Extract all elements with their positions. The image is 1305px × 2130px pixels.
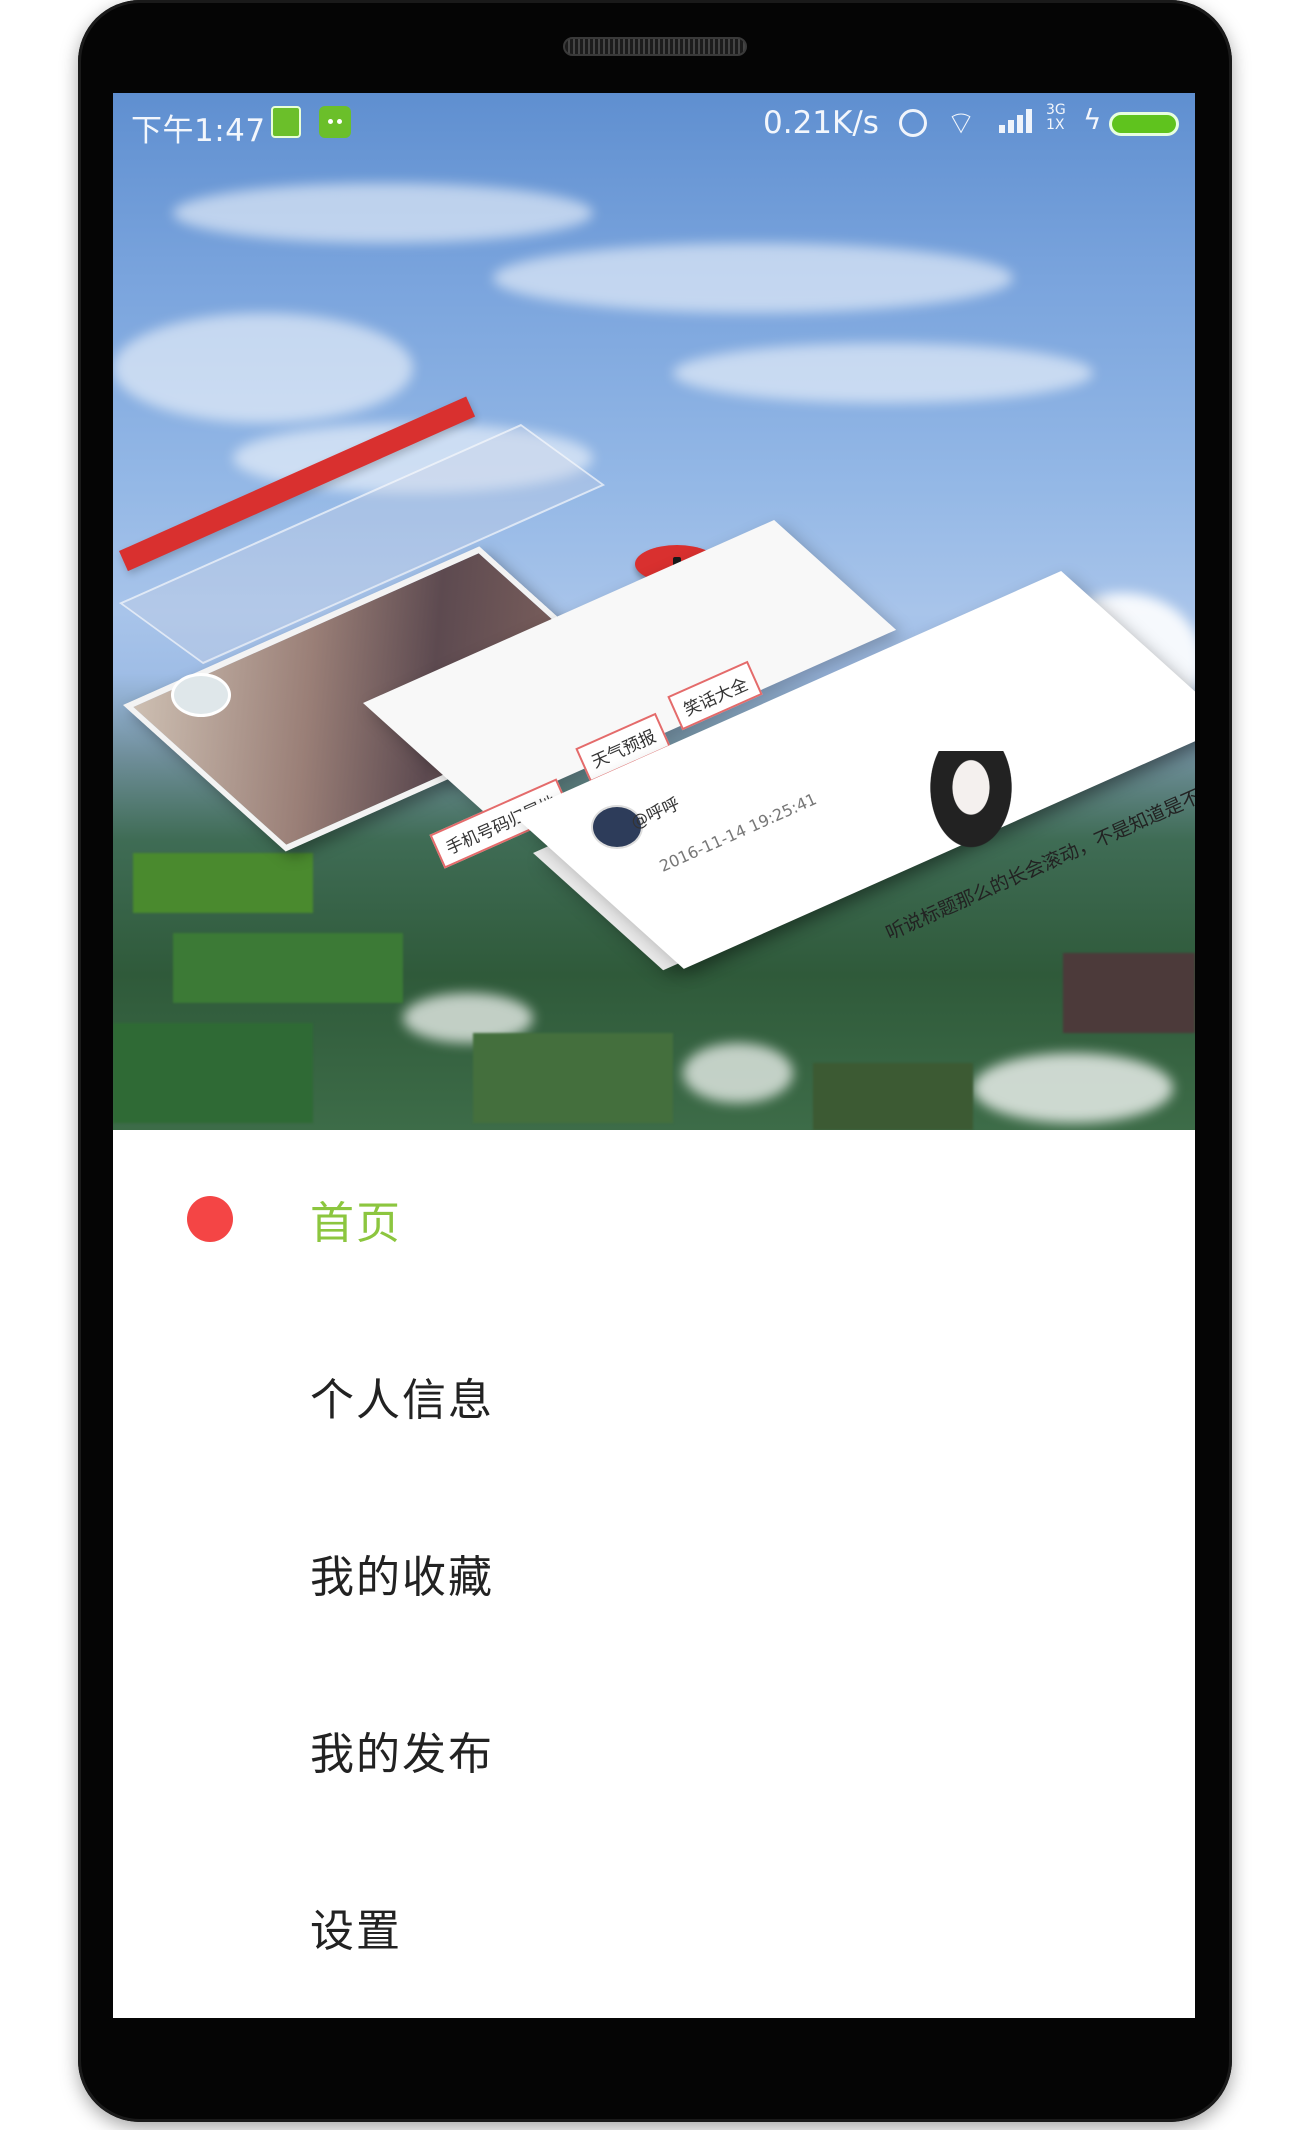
nav-item-label: 首页 <box>310 1197 402 1249</box>
active-indicator-dot <box>187 1195 233 1242</box>
nav-item-home[interactable]: 首页 <box>113 1130 1195 1307</box>
nav-item-favorites[interactable]: 我的收藏 <box>113 1484 1195 1661</box>
post-image <box>925 751 1017 855</box>
app-screen: 下午1:47 0.21K/s ⌔ 3G 1X ϟ 手机号码归属地 天气预报 笑话… <box>113 93 1195 2018</box>
drawer-header-image: 下午1:47 0.21K/s ⌔ 3G 1X ϟ 手机号码归属地 天气预报 笑话… <box>113 93 1195 1130</box>
earpiece-speaker <box>563 37 747 56</box>
nav-item-label: 我的发布 <box>310 1728 494 1780</box>
nav-item-settings[interactable]: 设置 <box>113 1838 1195 2015</box>
nav-item-label: 设置 <box>310 1905 402 1957</box>
nav-item-my-posts[interactable]: 我的发布 <box>113 1661 1195 1838</box>
nav-item-label: 我的收藏 <box>310 1551 494 1603</box>
avatar <box>171 673 231 717</box>
navigation-menu: 首页 个人信息 我的收藏 我的发布 设置 <box>113 1130 1195 2018</box>
nav-item-label: 个人信息 <box>310 1374 494 1426</box>
nav-item-profile[interactable]: 个人信息 <box>113 1307 1195 1484</box>
layered-app-illustration: 手机号码归属地 天气预报 笑话大全 @呼呼 2016-11-14 19:25:4… <box>113 93 1195 1130</box>
